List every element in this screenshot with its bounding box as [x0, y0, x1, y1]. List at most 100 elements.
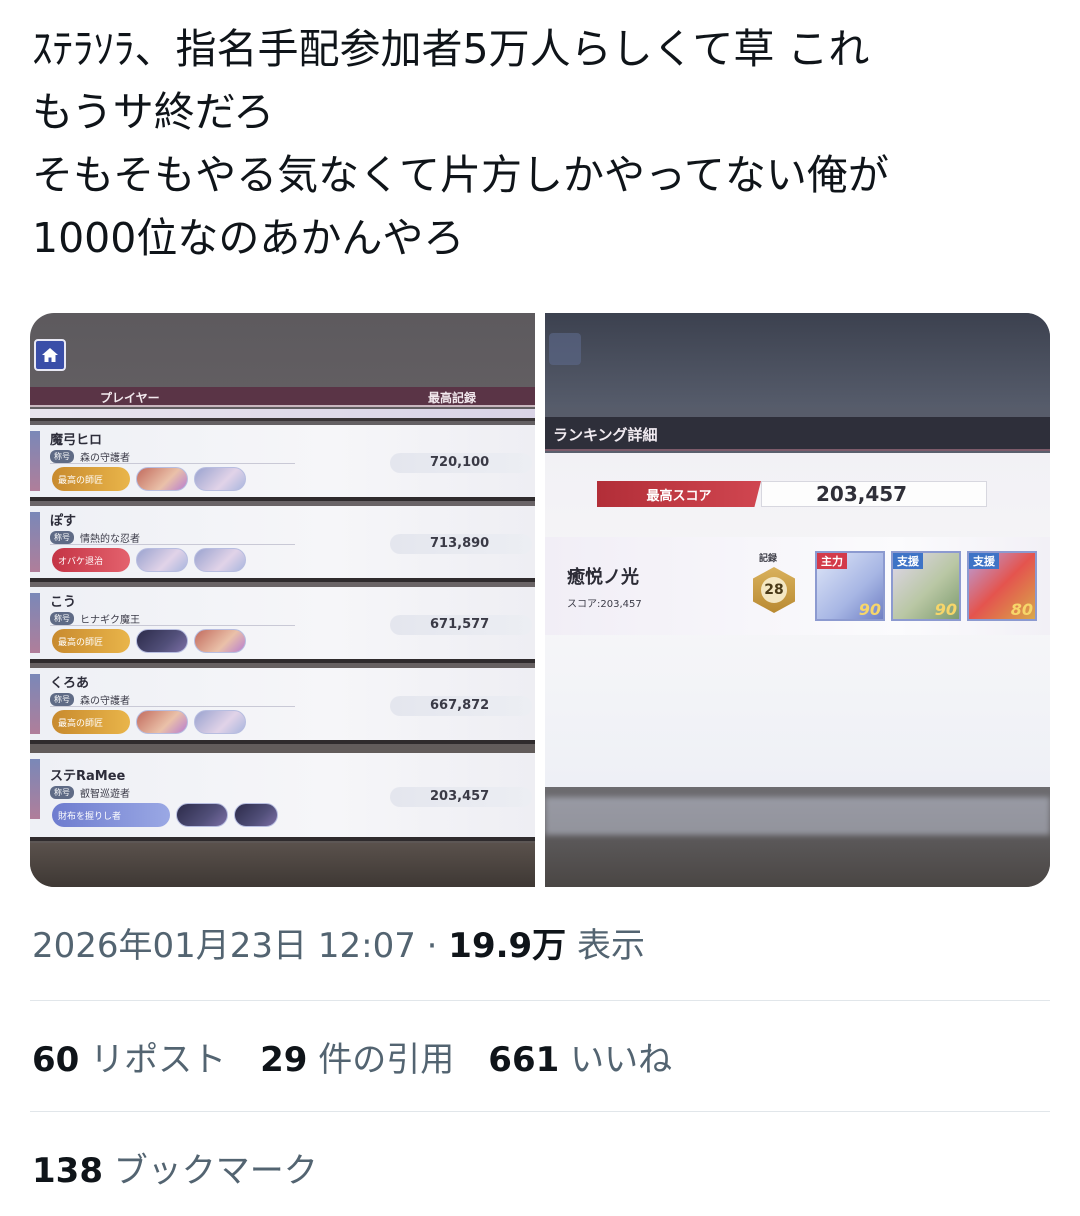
best-score-value: 203,457	[761, 481, 987, 507]
master-chip: 最高の師匠	[52, 467, 130, 491]
detail-title: ランキング詳細	[553, 426, 658, 444]
title-badge: 称号	[50, 531, 74, 544]
divider	[50, 544, 295, 545]
tweet-line: そもそもやる気なくて片方しかやってない俺が	[32, 151, 889, 199]
record-value: 28	[761, 577, 787, 603]
title-text: ヒナギク魔王	[80, 615, 140, 626]
best-score-bar: 最高スコア 203,457	[597, 481, 989, 507]
ranking-row: くろあ 称号 森の守護者 最高の師匠 667,872	[30, 668, 535, 744]
tweet-date[interactable]: 2026年01月23日 12:07	[32, 926, 416, 966]
ranking-header: プレイヤー 最高記録	[30, 387, 535, 407]
player-title: 称号 ヒナギク魔王	[50, 611, 140, 626]
player-name: くろあ	[50, 676, 90, 691]
ranking-detail-screenshot[interactable]: ランキング詳細 最高スコア 203,457 癒悦ノ光 スコア:203,457 記…	[545, 313, 1050, 887]
likes-label: いいね	[570, 1040, 673, 1080]
character-icon	[194, 629, 246, 653]
player-title: 称号 森の守護者	[50, 449, 130, 464]
record-score: スコア:203,457	[567, 599, 642, 610]
title-badge: 称号	[50, 786, 74, 799]
character-icon	[194, 710, 246, 734]
unit-level: 90	[858, 600, 881, 619]
ranking-row: 魔弓ヒロ 称号 森の守護者 最高の師匠 720,100	[30, 425, 535, 501]
unit-role: 支援	[893, 553, 923, 569]
title-text: 叡智巡遊者	[80, 789, 130, 800]
title-badge: 称号	[50, 693, 74, 706]
player-name: こう	[50, 595, 77, 610]
player-name: ステRaMee	[50, 769, 126, 784]
character-icon	[176, 803, 228, 827]
bookmarks-count: 138	[32, 1151, 103, 1191]
separator: ·	[426, 926, 449, 966]
divider	[30, 1000, 1050, 1001]
record-label: 記録	[759, 554, 778, 564]
tweet-line: もうサ終だろ	[32, 88, 275, 136]
divider	[50, 706, 295, 707]
player-title: 称号 情熱的な忍者	[50, 530, 140, 545]
tweet-line: 1000位なのあかんやろ	[32, 214, 465, 262]
background-top	[545, 313, 1050, 407]
unit-level: 80	[1010, 600, 1033, 619]
avatar	[30, 759, 40, 819]
detail-header: ランキング詳細	[545, 417, 1050, 451]
divider	[30, 1111, 1050, 1112]
record-medal-icon: 28	[753, 567, 795, 613]
ranking-row: ぽす 称号 情熱的な忍者 オバケ退治 713,890	[30, 506, 535, 582]
avatar	[30, 593, 40, 653]
background-floor	[30, 843, 535, 887]
record-card: 癒悦ノ光 スコア:203,457 記録 28 主力 90 支援 90 支援 80	[545, 537, 1050, 635]
unit-card: 支援 90	[891, 551, 961, 621]
best-score-label: 最高スコア	[597, 481, 761, 507]
unit-level: 90	[934, 600, 957, 619]
quotes-count: 29	[260, 1040, 308, 1080]
title-badge: 称号	[50, 612, 74, 625]
best-record-column-header: 最高記録	[428, 391, 477, 405]
tweet-media[interactable]: プレイヤー 最高記録 魔弓ヒロ 称号 森の守護者 最高の師匠 720,100 ぽ…	[30, 313, 1050, 887]
character-icon	[234, 803, 278, 827]
character-icon	[136, 467, 188, 491]
ranking-row-self: ステRaMee 称号 叡智巡遊者 財布を握りし者 203,457	[30, 753, 535, 841]
retweets-stat[interactable]: 60 リポスト	[32, 1032, 226, 1081]
player-score: 667,872	[430, 698, 490, 713]
retweets-count: 60	[32, 1040, 80, 1080]
wallet-chip: 財布を握りし者	[52, 803, 170, 827]
character-chips: 財布を握りし者	[52, 803, 278, 827]
likes-count: 661	[488, 1040, 560, 1080]
character-chips: 最高の師匠	[52, 629, 246, 653]
engagement-stats: 60 リポスト 29 件の引用 661 いいね	[32, 1032, 672, 1081]
partial-row	[30, 409, 535, 421]
retweets-label: リポスト	[90, 1040, 227, 1080]
player-title: 称号 叡智巡遊者	[50, 785, 130, 800]
player-score: 713,890	[430, 536, 490, 551]
divider	[50, 625, 295, 626]
character-chips: 最高の師匠	[52, 710, 246, 734]
player-column-header: プレイヤー	[100, 391, 160, 405]
character-icon	[194, 467, 246, 491]
title-text: 情熱的な忍者	[80, 534, 140, 545]
player-score: 720,100	[430, 455, 490, 470]
ranking-screenshot[interactable]: プレイヤー 最高記録 魔弓ヒロ 称号 森の守護者 最高の師匠 720,100 ぽ…	[30, 313, 535, 887]
unit-card: 支援 80	[967, 551, 1037, 621]
quotes-stat[interactable]: 29 件の引用	[260, 1032, 454, 1081]
player-score: 671,577	[430, 617, 490, 632]
unit-role: 支援	[969, 553, 999, 569]
character-chips: 最高の師匠	[52, 467, 246, 491]
master-chip: 最高の師匠	[52, 710, 130, 734]
record-name: 癒悦ノ光	[567, 567, 639, 588]
background-bottom	[545, 787, 1050, 887]
character-chips: オバケ退治	[52, 548, 246, 572]
tweet-meta: 2026年01月23日 12:07 · 19.9万 表示	[32, 918, 645, 967]
title-text: 森の守護者	[80, 453, 130, 464]
quotes-label: 件の引用	[318, 1040, 455, 1080]
character-icon	[136, 710, 188, 734]
avatar	[30, 512, 40, 572]
character-icon	[194, 548, 246, 572]
ghost-chip: オバケ退治	[52, 548, 130, 572]
player-score: 203,457	[430, 789, 490, 804]
bookmarks-stat[interactable]: 138 ブックマーク	[32, 1143, 318, 1192]
blurred-list	[545, 797, 1050, 835]
likes-stat[interactable]: 661 いいね	[488, 1032, 672, 1081]
views-count: 19.9万	[448, 926, 567, 966]
divider	[50, 463, 295, 464]
unit-card: 主力 90	[815, 551, 885, 621]
title-badge: 称号	[50, 450, 74, 463]
